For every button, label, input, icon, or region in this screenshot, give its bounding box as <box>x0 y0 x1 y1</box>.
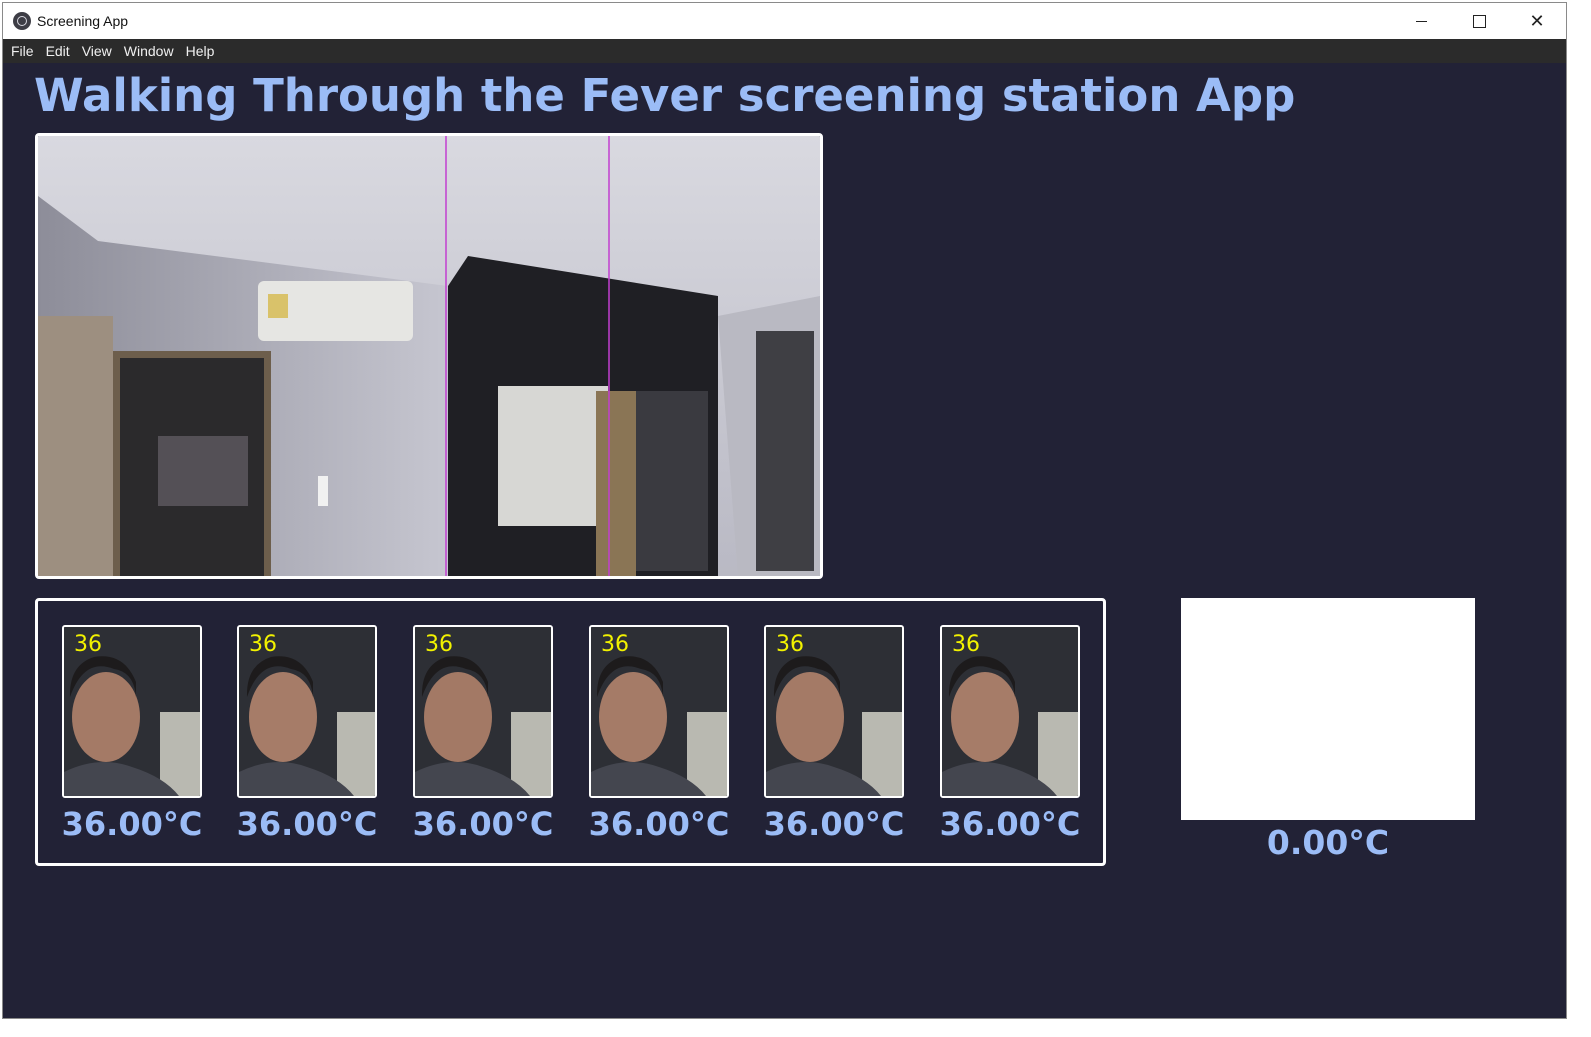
capture-temperature: 36.00°C <box>412 805 554 843</box>
current-capture-preview <box>1181 598 1475 820</box>
main-content: Walking Through the Fever screening stat… <box>3 63 1566 1018</box>
title-bar[interactable]: Screening App ✕ <box>3 3 1566 39</box>
close-icon[interactable]: ✕ <box>1508 3 1566 39</box>
capture-card[interactable]: 36 36.00°C <box>413 625 553 865</box>
menu-edit[interactable]: Edit <box>40 39 76 63</box>
capture-card[interactable]: 36 36.00°C <box>764 625 904 865</box>
capture-overlay-text: 36 <box>249 632 277 657</box>
face-thumbnail-image: 36 <box>942 627 1078 796</box>
face-thumbnail: 36 <box>764 625 904 798</box>
capture-temperature: 36.00°C <box>588 805 730 843</box>
menu-help[interactable]: Help <box>180 39 221 63</box>
face-thumbnail: 36 <box>589 625 729 798</box>
menu-bar: File Edit View Window Help <box>3 39 1566 63</box>
face-thumbnail-image: 36 <box>64 627 200 796</box>
face-thumbnail: 36 <box>413 625 553 798</box>
current-temperature: 0.00°C <box>1266 823 1390 862</box>
face-thumbnail-image: 36 <box>415 627 551 796</box>
app-window: Screening App ✕ File Edit View Window He… <box>2 2 1567 1019</box>
capture-overlay-text: 36 <box>425 632 453 657</box>
face-thumbnail-image: 36 <box>591 627 727 796</box>
capture-overlay-text: 36 <box>601 632 629 657</box>
page-title: Walking Through the Fever screening stat… <box>34 69 1296 122</box>
window-controls: ✕ <box>1392 3 1566 39</box>
face-thumbnail-image: 36 <box>239 627 375 796</box>
capture-overlay-text: 36 <box>776 632 804 657</box>
face-thumbnail: 36 <box>940 625 1080 798</box>
face-thumbnail: 36 <box>237 625 377 798</box>
capture-temperature: 36.00°C <box>939 805 1081 843</box>
capture-overlay-text: 36 <box>952 632 980 657</box>
camera-feed-image <box>38 136 820 576</box>
minimize-icon[interactable] <box>1392 3 1450 39</box>
camera-feed <box>35 133 823 579</box>
window-title: Screening App <box>37 13 129 29</box>
menu-view[interactable]: View <box>76 39 118 63</box>
electron-app-icon <box>13 12 31 30</box>
capture-card[interactable]: 36 36.00°C <box>237 625 377 865</box>
face-thumbnail-image: 36 <box>766 627 902 796</box>
capture-overlay-text: 36 <box>74 632 102 657</box>
capture-temperature: 36.00°C <box>763 805 905 843</box>
capture-card[interactable]: 36 36.00°C <box>940 625 1080 865</box>
menu-file[interactable]: File <box>5 39 40 63</box>
maximize-icon[interactable] <box>1450 3 1508 39</box>
capture-temperature: 36.00°C <box>236 805 378 843</box>
face-thumbnail: 36 <box>62 625 202 798</box>
capture-card[interactable]: 36 36.00°C <box>589 625 729 865</box>
capture-card[interactable]: 36 36.00°C <box>62 625 202 865</box>
captured-faces-panel: 36 36.00°C 36 36.00°C 36 36.00°C 36 36.0… <box>35 598 1106 866</box>
menu-window[interactable]: Window <box>118 39 180 63</box>
capture-temperature: 36.00°C <box>61 805 203 843</box>
